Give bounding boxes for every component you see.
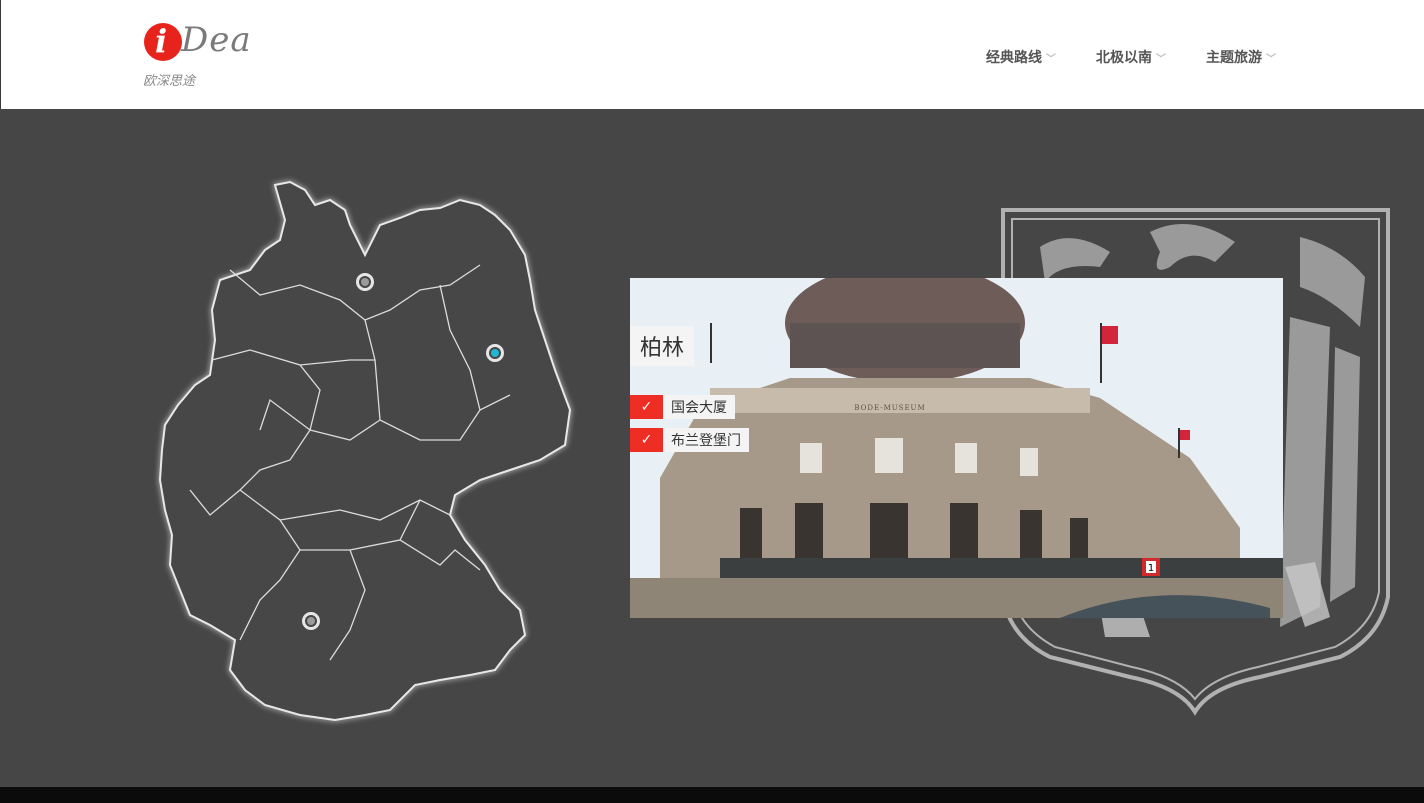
poi-item[interactable]: ✓ 国会大厦 (630, 395, 735, 419)
chevron-down-icon: ﹀ (1266, 53, 1276, 65)
site-header: i Dea 欧深思途 经典路线 ﹀ 北极以南 ﹀ 主题旅游 ﹀ (0, 0, 1424, 109)
footer-bar (0, 787, 1424, 803)
nav-item-classic-routes[interactable]: 经典路线 ﹀ (986, 47, 1056, 67)
checkmark-icon[interactable]: ✓ (630, 395, 663, 419)
museum-inscription: BODE-MUSEUM (854, 404, 925, 412)
photo-sign-text: 1 (1148, 563, 1154, 574)
nav-item-label: 经典路线 (986, 50, 1042, 66)
logo[interactable]: i Dea 欧深思途 (143, 20, 283, 90)
nav-item-label: 主题旅游 (1206, 50, 1262, 66)
nav-item-south-of-arctic[interactable]: 北极以南 ﹀ (1096, 47, 1166, 67)
map-marker-stuttgart[interactable] (302, 612, 320, 630)
chevron-down-icon: ﹀ (1156, 53, 1166, 65)
checkmark-icon[interactable]: ✓ (630, 428, 663, 452)
poi-label: 布兰登堡门 (663, 428, 749, 452)
poi-label: 国会大厦 (663, 395, 735, 419)
main-nav: 经典路线 ﹀ 北极以南 ﹀ 主题旅游 ﹀ (986, 47, 1276, 67)
nav-item-theme-tours[interactable]: 主题旅游 ﹀ (1206, 47, 1276, 67)
chevron-down-icon: ﹀ (1046, 53, 1056, 65)
map-marker-hamburg[interactable] (356, 273, 374, 291)
logo-letter: i (155, 22, 168, 60)
logo-text: Dea (181, 20, 252, 60)
logo-subtitle: 欧深思途 (143, 74, 196, 89)
poi-item[interactable]: ✓ 布兰登堡门 (630, 428, 749, 452)
nav-item-label: 北极以南 (1096, 50, 1152, 66)
germany-map (158, 180, 572, 722)
map-marker-berlin[interactable] (486, 344, 504, 362)
germany-outline (158, 180, 572, 722)
city-title: 柏林 (630, 326, 695, 366)
